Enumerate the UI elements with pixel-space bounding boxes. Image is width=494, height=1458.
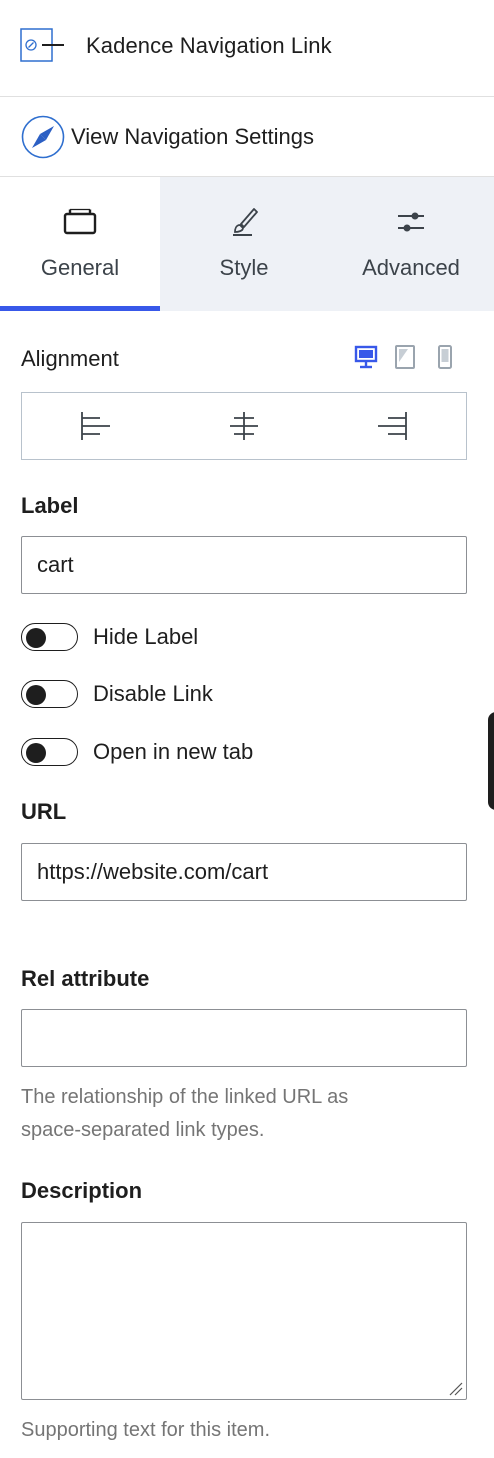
align-center-button[interactable]: [170, 393, 318, 459]
hide-label-switch[interactable]: [21, 623, 78, 651]
description-field-label: Description: [21, 1178, 143, 1203]
compass-icon: [21, 115, 65, 159]
align-right-icon: [378, 412, 407, 440]
label-input[interactable]: cart: [21, 536, 467, 594]
block-title: Kadence Navigation Link: [86, 33, 332, 58]
responsive-device-toggle: [352, 342, 462, 372]
align-left-button[interactable]: [22, 393, 170, 459]
alignment-label: Alignment: [21, 346, 119, 371]
rel-attribute-label: Rel attribute: [21, 966, 150, 991]
tab-style-label: Style: [219, 255, 269, 280]
tablet-icon[interactable]: [391, 342, 419, 372]
label-field-label: Label: [21, 493, 79, 518]
block-header: Kadence Navigation Link: [0, 0, 494, 97]
rel-attribute-help-line1: The relationship of the linked URL as: [21, 1086, 349, 1108]
navigation-link-block-icon: [20, 28, 64, 62]
url-field-label: URL: [21, 799, 67, 824]
tab-advanced-label: Advanced: [362, 255, 460, 280]
disable-link-switch[interactable]: [21, 680, 78, 708]
inspector-tabs: General Style Advanced: [0, 177, 494, 311]
panel-edge-handle[interactable]: [488, 712, 494, 810]
alignment-button-group: [21, 392, 467, 460]
tab-general[interactable]: General: [0, 177, 160, 311]
resize-handle-icon[interactable]: [449, 1382, 463, 1396]
desktop-icon[interactable]: [352, 342, 380, 372]
url-input[interactable]: https://website.com/cart: [21, 843, 467, 901]
description-help: Supporting text for this item.: [21, 1419, 271, 1441]
rel-attribute-help-line2: space-separated link types.: [21, 1119, 265, 1141]
sliders-icon: [398, 212, 424, 232]
tab-general-label: General: [40, 255, 120, 280]
general-tab-icon: [63, 208, 97, 235]
align-left-icon: [81, 412, 110, 440]
description-textarea[interactable]: [21, 1222, 467, 1400]
open-new-tab-text: Open in new tab: [93, 739, 254, 764]
tab-style[interactable]: Style: [160, 177, 328, 311]
mobile-icon[interactable]: [431, 342, 459, 372]
hide-label-text: Hide Label: [93, 624, 199, 649]
align-right-button[interactable]: [318, 393, 466, 459]
view-navigation-settings-label[interactable]: View Navigation Settings: [71, 124, 314, 150]
disable-link-text: Disable Link: [93, 681, 213, 706]
rel-attribute-input[interactable]: [21, 1009, 467, 1067]
open-new-tab-switch[interactable]: [21, 738, 78, 766]
brush-icon: [233, 208, 258, 236]
tab-advanced[interactable]: Advanced: [328, 177, 494, 311]
align-center-icon: [230, 412, 258, 440]
